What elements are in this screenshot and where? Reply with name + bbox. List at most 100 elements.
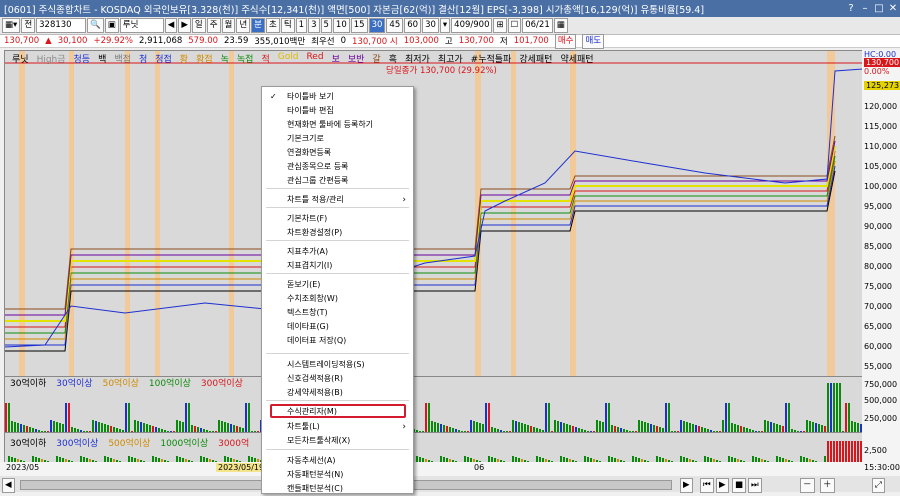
menu-item[interactable]: 지표추가(A) xyxy=(262,245,413,259)
menu-item[interactable]: 강세약세적용(B) xyxy=(262,386,413,400)
series-label[interactable]: 황접 xyxy=(196,52,213,65)
menu-item[interactable]: 차트틀 적용/관리 › xyxy=(262,193,413,207)
interval-1[interactable]: 1 xyxy=(295,18,308,33)
low-price: 101,700 xyxy=(513,36,549,46)
menu-item[interactable]: 수식관리자(M) xyxy=(262,405,413,419)
series-label[interactable]: 갈 xyxy=(372,52,380,65)
scroll-right-icon[interactable]: ▶ xyxy=(680,478,693,493)
series-label[interactable]: 청등 xyxy=(74,52,91,65)
calendar-icon[interactable]: ▦ xyxy=(553,18,568,33)
menu-item[interactable]: 연결화면등록 xyxy=(262,146,413,160)
interval-30[interactable]: 30 xyxy=(368,18,386,33)
period-minute[interactable]: 분 xyxy=(251,18,265,33)
menu-item[interactable]: 데이터표 저장(Q) xyxy=(262,334,413,348)
zoom-out-icon[interactable]: － xyxy=(800,478,815,493)
series-label[interactable]: 녹접 xyxy=(237,52,254,65)
series-label[interactable]: 약세패턴 xyxy=(560,52,593,65)
series-label[interactable]: 청접 xyxy=(155,52,172,65)
series-label[interactable]: 청 xyxy=(139,52,147,65)
menu-dropdown-icon[interactable]: ▦▾ xyxy=(2,18,21,33)
series-label[interactable]: 보 xyxy=(332,52,340,65)
vol-tick-1: 750,000 xyxy=(864,380,898,389)
series-label[interactable]: 백 xyxy=(98,52,106,65)
date-field[interactable]: 06/21 xyxy=(522,18,553,33)
buy-button[interactable]: 매수 xyxy=(554,33,577,49)
zoom-in-icon[interactable]: ＋ xyxy=(820,478,835,493)
period-month[interactable]: 월 xyxy=(221,18,236,33)
date-checkbox[interactable]: ☐ xyxy=(507,18,522,33)
series-label[interactable]: 황 xyxy=(180,52,188,65)
interval-60[interactable]: 60 xyxy=(404,18,422,33)
menu-item[interactable]: 신호검색적용(R) xyxy=(262,372,413,386)
menu-item[interactable]: 현재화면 툴바에 등록하기 xyxy=(262,118,413,132)
scroll-left-icon[interactable]: ◀ xyxy=(2,478,15,493)
play-icon[interactable]: ▶ xyxy=(716,478,729,493)
period-second[interactable]: 초 xyxy=(266,18,280,33)
minimize-icon[interactable]: – xyxy=(858,3,872,14)
series-label[interactable]: 백접 xyxy=(114,52,131,65)
amount-bar xyxy=(839,441,841,463)
menu-item[interactable]: 수치조회창(W) xyxy=(262,292,413,306)
arrow-left-icon[interactable]: ◀ xyxy=(164,18,178,33)
menu-item[interactable]: 시스템트레이딩적용(S) xyxy=(262,358,413,372)
menu-item[interactable]: 타이틀바 편집 xyxy=(262,104,413,118)
range-field[interactable]: 409/900 xyxy=(451,18,493,33)
series-label[interactable]: 강세패턴 xyxy=(519,52,552,65)
last-icon[interactable]: ⏭ xyxy=(748,478,762,493)
stock-name-field[interactable]: 루닛 xyxy=(119,18,164,33)
lock-icon[interactable]: ▣ xyxy=(104,18,119,33)
interval-5[interactable]: 5 xyxy=(320,18,332,33)
search-icon[interactable]: 🔍 xyxy=(87,18,104,33)
series-label[interactable]: Gold xyxy=(278,52,299,65)
period-year[interactable]: 년 xyxy=(236,18,251,33)
highlight-band xyxy=(19,51,25,377)
interval-10[interactable]: 10 xyxy=(332,18,350,33)
series-label[interactable]: 루닛 xyxy=(12,52,29,65)
menu-item[interactable]: 기본차트(F) xyxy=(262,212,413,226)
prev-button[interactable]: 전 xyxy=(21,18,36,33)
y-tick-label: 110,000 xyxy=(864,142,898,151)
series-label[interactable]: 적 xyxy=(261,52,269,65)
menu-item[interactable]: 자동패턴분석(N) xyxy=(262,468,413,482)
menu-item[interactable]: 차트환경설정(P) xyxy=(262,226,413,240)
menu-item[interactable]: ✓ 타이틀바 보기 xyxy=(262,90,413,104)
zoom-icon[interactable]: ⊞ xyxy=(493,18,507,33)
menu-item[interactable]: 텍스트창(T) xyxy=(262,306,413,320)
menu-item[interactable]: 캔들패턴분석(C) xyxy=(262,482,413,496)
help-icon[interactable]: ? xyxy=(844,3,858,14)
count-select[interactable]: 30 xyxy=(422,18,439,33)
series-label[interactable]: Red xyxy=(306,52,323,65)
stock-code-input[interactable]: 328130 xyxy=(36,18,87,33)
maximize-icon[interactable]: □ xyxy=(872,3,886,14)
series-label[interactable]: High금 xyxy=(37,52,66,65)
series-label[interactable]: 녹 xyxy=(221,52,229,65)
menu-item[interactable]: 관심종목으로 등록 xyxy=(262,160,413,174)
price-chart[interactable] xyxy=(4,50,864,378)
period-week[interactable]: 주 xyxy=(206,18,221,33)
close-icon[interactable]: ✕ xyxy=(886,3,900,14)
menu-item[interactable]: 지표겹치기(I) xyxy=(262,259,413,273)
chart-scrollbar[interactable]: ◀ ▶ ⏮ ▶ ■ ⏭ － ＋ ⤢ xyxy=(0,476,900,493)
menu-item[interactable]: 모든차트툴삭제(X) xyxy=(262,434,413,448)
menu-item[interactable]: 돋보기(E) xyxy=(262,278,413,292)
menu-item[interactable]: 기본크기로 xyxy=(262,132,413,146)
interval-45[interactable]: 45 xyxy=(386,18,404,33)
menu-item[interactable]: 차트툴(L) › xyxy=(262,420,413,434)
period-day[interactable]: 일 xyxy=(191,18,206,33)
sell-button[interactable]: 매도 xyxy=(582,33,605,49)
menu-item[interactable]: 관심그룹 간편등록 xyxy=(262,174,413,188)
menu-item[interactable]: 자동추세선(A) xyxy=(262,454,413,468)
period-tick[interactable]: 틱 xyxy=(280,18,295,33)
chevron-down-icon[interactable]: ▾ xyxy=(439,18,451,33)
series-label[interactable]: 보반 xyxy=(348,52,365,65)
menu-item[interactable]: 데이타표(G) xyxy=(262,320,413,334)
fit-icon[interactable]: ⤢ xyxy=(872,478,885,493)
interval-15[interactable]: 15 xyxy=(350,18,368,33)
vol-tick-3: 250,000 xyxy=(864,414,898,423)
stop-icon[interactable]: ■ xyxy=(732,478,747,493)
volume-bar xyxy=(65,403,67,433)
interval-3[interactable]: 3 xyxy=(308,18,320,33)
first-icon[interactable]: ⏮ xyxy=(700,478,714,493)
menu-item-label: 모든차트툴삭제(X) xyxy=(287,436,351,445)
arrow-right-icon[interactable]: ▶ xyxy=(178,18,191,33)
